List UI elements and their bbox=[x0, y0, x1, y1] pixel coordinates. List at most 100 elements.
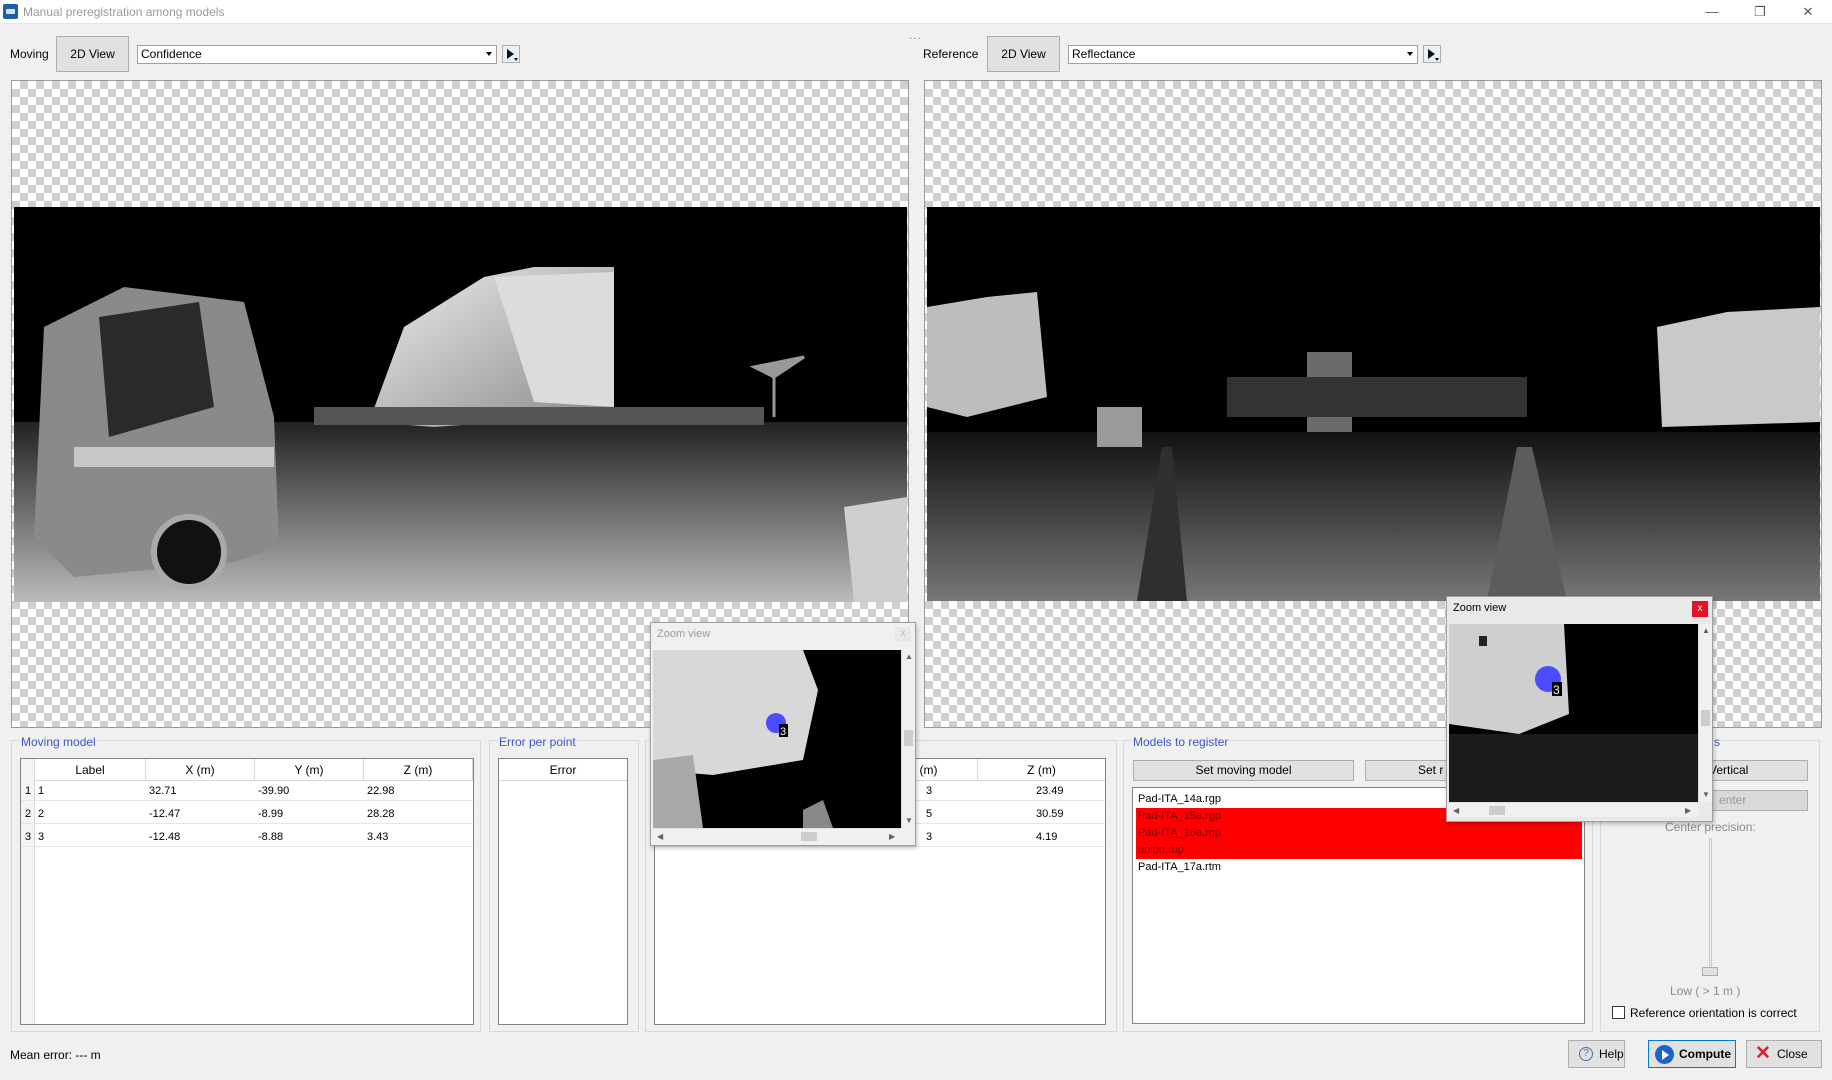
scroll-right-icon[interactable]: ▶ bbox=[1685, 806, 1691, 815]
cell-z: 23.49 bbox=[1036, 785, 1064, 797]
close-button[interactable]: ✕ Close bbox=[1746, 1040, 1822, 1068]
row-index: 2 bbox=[24, 808, 32, 820]
compute-button[interactable]: Compute bbox=[1648, 1040, 1736, 1068]
cell-x: -12.47 bbox=[149, 808, 181, 820]
moving-zoom-view[interactable]: Zoom view x 3 ▲ ▼ ◀ ▶ bbox=[650, 622, 916, 846]
column-header-label[interactable]: Label bbox=[35, 759, 146, 781]
scroll-down-icon[interactable]: ▼ bbox=[1702, 790, 1710, 799]
column-header-error[interactable]: Error bbox=[499, 759, 627, 781]
scroll-thumb[interactable] bbox=[1489, 806, 1505, 815]
moving-zoom-vscroll[interactable]: ▲ ▼ bbox=[901, 650, 915, 828]
cell-x: -12.48 bbox=[149, 831, 181, 843]
moving-zoom-title: Zoom view bbox=[657, 628, 711, 640]
cell-y: -8.88 bbox=[258, 831, 284, 843]
list-item-error[interactable]: Pad-ITA_16a.rgp bbox=[1136, 825, 1582, 842]
column-header-z[interactable]: Z (m) bbox=[978, 759, 1105, 781]
column-header-z[interactable]: Z (m) bbox=[364, 759, 473, 781]
moving-label: Moving bbox=[10, 47, 49, 61]
cell-y: 5 bbox=[926, 808, 933, 820]
splitter-handle[interactable]: ... bbox=[909, 28, 922, 42]
reference-orientation-checkbox[interactable] bbox=[1612, 1006, 1625, 1019]
window-title: Manual preregistration among models bbox=[23, 5, 225, 19]
help-icon: ? bbox=[1579, 1047, 1593, 1061]
reference-orientation-label: Reference orientation is correct bbox=[1630, 1006, 1797, 1020]
scroll-down-icon[interactable]: ▼ bbox=[905, 816, 913, 825]
cell-y: -39.90 bbox=[258, 785, 290, 797]
moving-zoom-graphic: 3 bbox=[653, 650, 833, 828]
minimize-button[interactable]: — bbox=[1692, 2, 1732, 22]
title-bar: Manual preregistration among models — ❐ … bbox=[0, 0, 1832, 24]
moving-panorama-graphic bbox=[14, 267, 907, 602]
row-index: 1 bbox=[24, 785, 32, 797]
window-close-button[interactable]: ✕ bbox=[1788, 2, 1828, 22]
compute-label: Compute bbox=[1679, 1047, 1731, 1061]
moving-channel-value: Confidence bbox=[141, 47, 202, 61]
table-row[interactable]: 1 1 32.71 -39.90 22.98 bbox=[21, 782, 473, 801]
reference-2d-view-button[interactable]: 2D View bbox=[987, 36, 1060, 72]
moving-model-title: Moving model bbox=[20, 735, 97, 749]
center-precision-slider-track[interactable] bbox=[1709, 838, 1712, 973]
cell-z: 28.28 bbox=[367, 808, 395, 820]
cell-y: -8.99 bbox=[258, 808, 284, 820]
scroll-up-icon[interactable]: ▲ bbox=[905, 652, 913, 661]
options-title: s bbox=[1713, 735, 1721, 749]
column-header-y[interactable]: Y (m) bbox=[255, 759, 364, 781]
scroll-thumb[interactable] bbox=[904, 730, 913, 746]
app-icon bbox=[3, 4, 18, 19]
reference-panorama-image[interactable] bbox=[927, 207, 1820, 601]
cell-label: 2 bbox=[38, 808, 45, 820]
moving-zoom-hscroll[interactable]: ◀ ▶ bbox=[653, 828, 901, 843]
models-list[interactable]: Pad-ITA_14a.rgp Pad-ITA_15a.rgp Pad-ITA_… bbox=[1132, 787, 1585, 1024]
play-icon-triangle bbox=[1662, 1050, 1669, 1060]
reference-zoom-vscroll[interactable]: ▲ ▼ bbox=[1698, 624, 1712, 802]
list-item[interactable]: Pad-ITA_17a.rtm bbox=[1136, 859, 1582, 876]
reference-zoom-graphic: 3 bbox=[1449, 624, 1698, 802]
reference-label: Reference bbox=[923, 47, 979, 61]
table-row[interactable]: 3 3 -12.48 -8.88 3.43 bbox=[21, 828, 473, 847]
moving-2d-view-button[interactable]: 2D View bbox=[56, 36, 129, 72]
cell-z: 22.98 bbox=[367, 785, 395, 797]
moving-panorama-image[interactable] bbox=[14, 207, 907, 602]
row-index: 3 bbox=[24, 831, 32, 843]
reference-zoom-image[interactable]: 3 bbox=[1449, 624, 1698, 802]
restore-button[interactable]: ❐ bbox=[1740, 2, 1780, 22]
table-row[interactable]: 2 2 -12.47 -8.99 28.28 bbox=[21, 805, 473, 824]
cell-y: 3 bbox=[926, 831, 933, 843]
reference-panorama-graphic bbox=[927, 292, 1820, 601]
reference-zoom-hscroll[interactable]: ◀ ▶ bbox=[1449, 802, 1698, 817]
moving-model-table[interactable]: Label X (m) Y (m) Z (m) 1 1 32.71 -39.90… bbox=[20, 758, 474, 1025]
help-button[interactable]: ? Help bbox=[1568, 1040, 1625, 1068]
chevron-down-icon bbox=[1407, 52, 1413, 56]
error-per-point-title: Error per point bbox=[498, 735, 577, 749]
cell-z: 4.19 bbox=[1036, 831, 1058, 843]
reference-zoom-view[interactable]: Zoom view x 3 ▲ ▼ ◀ ▶ bbox=[1446, 596, 1713, 822]
moving-zoom-close-button[interactable]: x bbox=[895, 627, 911, 641]
moving-play-menu-button[interactable] bbox=[502, 45, 520, 63]
cell-label: 1 bbox=[38, 785, 45, 797]
scroll-left-icon[interactable]: ◀ bbox=[1453, 806, 1459, 815]
scroll-thumb[interactable] bbox=[801, 832, 817, 841]
scroll-thumb[interactable] bbox=[1701, 710, 1710, 726]
chevron-down-icon bbox=[486, 52, 492, 56]
moving-zoom-point-label: 3 bbox=[780, 726, 786, 738]
reference-zoom-close-button[interactable]: x bbox=[1692, 601, 1708, 617]
center-precision-slider-thumb[interactable] bbox=[1702, 967, 1718, 976]
close-icon: ✕ bbox=[1755, 1043, 1771, 1064]
moving-zoom-image[interactable]: 3 bbox=[653, 650, 901, 828]
cell-x: 32.71 bbox=[149, 785, 177, 797]
help-label: Help bbox=[1599, 1047, 1624, 1061]
cell-label: 3 bbox=[38, 831, 45, 843]
column-header-x[interactable]: X (m) bbox=[146, 759, 255, 781]
scroll-right-icon[interactable]: ▶ bbox=[889, 832, 895, 841]
moving-channel-select[interactable]: Confidence bbox=[137, 45, 497, 64]
mean-error-status: Mean error: --- m bbox=[10, 1048, 101, 1062]
list-item-error[interactable]: union.rup bbox=[1136, 842, 1582, 859]
error-table[interactable]: Error bbox=[498, 758, 628, 1025]
reference-channel-value: Reflectance bbox=[1072, 47, 1136, 61]
reference-play-menu-button[interactable] bbox=[1423, 45, 1441, 63]
scroll-up-icon[interactable]: ▲ bbox=[1702, 626, 1710, 635]
scroll-left-icon[interactable]: ◀ bbox=[657, 832, 663, 841]
set-moving-model-button[interactable]: Set moving model bbox=[1133, 760, 1354, 781]
cell-y: 3 bbox=[926, 785, 933, 797]
reference-channel-select[interactable]: Reflectance bbox=[1068, 45, 1418, 64]
